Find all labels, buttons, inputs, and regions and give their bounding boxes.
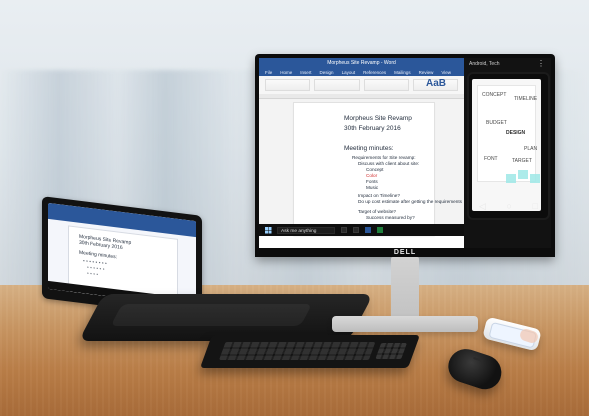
word-title: Morpheus Site Revamp - Word (327, 60, 396, 66)
recent-apps-icon[interactable]: □ (533, 201, 538, 211)
menu-review[interactable]: Review (419, 70, 434, 75)
doc-heading-2: 30th February 2016 (344, 125, 401, 132)
laptop-doc-placeholder: • • • • (87, 270, 99, 279)
doc-heading-1: Morpheus Site Revamp (344, 115, 412, 122)
task-view-icon[interactable] (341, 227, 347, 233)
whiteboard: CONCEPT TIMELINE BUDGET DESIGN FONT TARG… (477, 85, 540, 183)
monitor-chin: DELL (255, 248, 555, 257)
desk-scene: Morpheus Site Revamp 30th February 2016 … (0, 0, 589, 416)
menu-mailings[interactable]: Mailings (394, 70, 411, 75)
edge-icon[interactable] (353, 227, 359, 233)
continuum-panel: Android, Tech ⋮ CONCEPT TIMELINE BUDGET … (464, 58, 551, 248)
word-menu: File Home Insert Design Layout Reference… (259, 68, 464, 76)
whiteboard-word: FONT (484, 156, 498, 162)
word-ribbon: AaB (259, 76, 464, 95)
monitor: Morpheus Site Revamp - Word File Home In… (255, 54, 555, 332)
menu-references[interactable]: References (363, 70, 386, 75)
excel-taskbar-icon[interactable] (377, 227, 383, 233)
menu-insert[interactable]: Insert (300, 70, 311, 75)
monitor-stand-base (332, 316, 478, 332)
panel-title: Android, Tech (469, 61, 500, 67)
sticky-note (518, 170, 528, 179)
whiteboard-word: TIMELINE (514, 96, 538, 102)
word-taskbar-icon[interactable] (365, 227, 371, 233)
whiteboard-word: DESIGN (506, 130, 526, 136)
back-icon[interactable]: ◁ (479, 201, 486, 212)
whiteboard-word: PLAN (524, 146, 538, 152)
whiteboard-word: CONCEPT (482, 92, 507, 98)
home-icon[interactable]: ○ (507, 201, 512, 211)
more-icon[interactable]: ⋮ (537, 59, 545, 68)
doc-bullet: Success measured by? (366, 215, 415, 220)
menu-file[interactable]: File (265, 70, 272, 75)
whiteboard-word: TARGET (512, 158, 532, 164)
monitor-bezel: Morpheus Site Revamp - Word File Home In… (255, 54, 555, 257)
mobile-screen[interactable]: CONCEPT TIMELINE BUDGET DESIGN FONT TARG… (472, 79, 541, 211)
laptop-screen: Morpheus Site Revamp 30th February 2016 … (48, 202, 196, 308)
doc-bullet: Do up cost estimate after getting the re… (358, 199, 462, 204)
menu-home[interactable]: Home (280, 70, 292, 75)
ribbon-group[interactable] (265, 79, 311, 91)
menu-design[interactable]: Design (320, 70, 334, 75)
laptop-keyboard-cover (78, 294, 374, 341)
taskbar: Ask me anything (259, 224, 464, 236)
windows-start-icon[interactable] (265, 227, 271, 233)
sticky-note (530, 174, 540, 183)
search-box[interactable]: Ask me anything (277, 226, 335, 234)
style-gallery-sample[interactable]: AaB (426, 78, 446, 89)
ribbon-group[interactable] (363, 79, 409, 91)
word-window: Morpheus Site Revamp - Word File Home In… (259, 58, 465, 236)
ribbon-group[interactable] (314, 79, 360, 91)
doc-bullet: Music (366, 185, 379, 190)
mobile-frame: CONCEPT TIMELINE BUDGET DESIGN FONT TARG… (467, 72, 550, 220)
menu-view[interactable]: View (441, 70, 451, 75)
menu-layout[interactable]: Layout (342, 70, 356, 75)
document-page[interactable]: Morpheus Site Revamp 30th February 2016 … (293, 102, 462, 236)
word-title-bar: Morpheus Site Revamp - Word (259, 58, 464, 68)
keyboard (199, 335, 421, 368)
ruler (259, 94, 464, 99)
sticky-note (506, 174, 516, 183)
monitor-screen: Morpheus Site Revamp - Word File Home In… (259, 58, 551, 248)
doc-section-title: Meeting minutes: (344, 145, 394, 152)
android-nav: ◁ ○ □ (479, 199, 538, 213)
dell-logo: DELL (393, 249, 417, 256)
whiteboard-word: BUDGET (486, 120, 507, 126)
